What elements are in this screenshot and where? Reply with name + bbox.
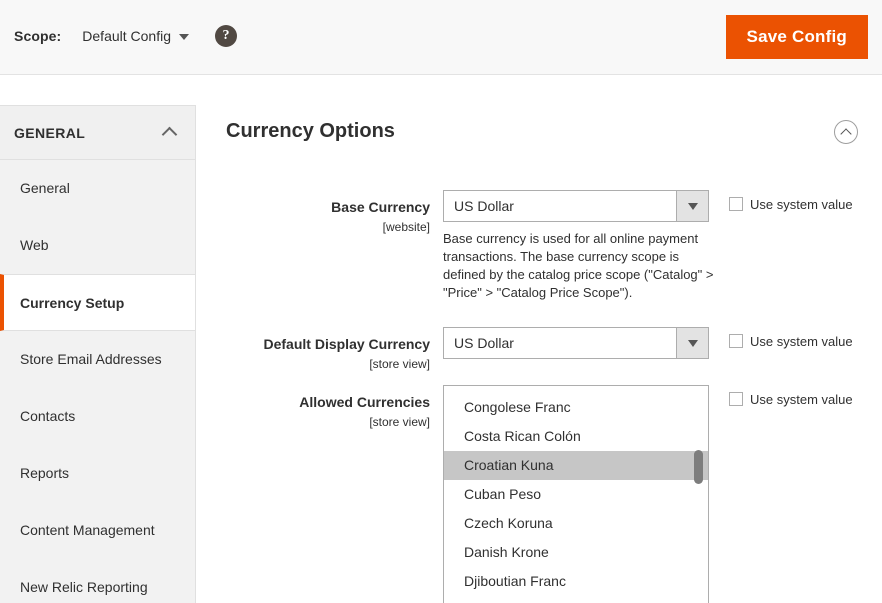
scope-label: Scope: xyxy=(14,28,62,44)
use-system-value-checkbox[interactable] xyxy=(729,392,743,406)
sidebar-item-label: Content Management xyxy=(20,522,155,538)
help-icon[interactable]: ? xyxy=(215,25,237,47)
sidebar-item-contacts[interactable]: Contacts xyxy=(0,388,195,445)
config-sidebar: GENERAL General Web Currency Setup Store… xyxy=(0,105,196,603)
list-item[interactable]: Croatian Kuna xyxy=(444,451,708,480)
scope-dropdown[interactable]: Default Config xyxy=(82,28,189,44)
chevron-down-icon[interactable] xyxy=(676,191,708,221)
list-item[interactable]: Congolese Franc xyxy=(444,393,708,422)
collapse-section-button[interactable] xyxy=(834,120,858,144)
use-system-value-label: Use system value xyxy=(750,334,853,349)
list-item[interactable]: Danish Krone xyxy=(444,538,708,567)
default-display-currency-select-value: US Dollar xyxy=(454,335,514,351)
sidebar-section-title: GENERAL xyxy=(14,124,86,141)
field-scope-note: [store view] xyxy=(369,415,430,429)
sidebar-item-store-email-addresses[interactable]: Store Email Addresses xyxy=(0,331,195,388)
chevron-down-icon[interactable] xyxy=(676,328,708,358)
sidebar-item-label: Store Email Addresses xyxy=(20,351,162,367)
field-scope-note: [store view] xyxy=(369,357,430,371)
sidebar-item-label: General xyxy=(20,180,70,196)
chevron-up-icon xyxy=(161,126,178,143)
save-config-button[interactable]: Save Config xyxy=(725,15,868,59)
sidebar-item-new-relic-reporting[interactable]: New Relic Reporting xyxy=(0,559,195,603)
sidebar-item-content-management[interactable]: Content Management xyxy=(0,502,195,559)
use-system-value-checkbox[interactable] xyxy=(729,197,743,211)
field-label-default-display-currency: Default Display Currency [store view] xyxy=(248,335,431,373)
sidebar-section-general[interactable]: GENERAL xyxy=(0,105,195,160)
field-label-base-currency: Base Currency [website] xyxy=(248,198,430,236)
base-currency-select-value: US Dollar xyxy=(454,198,514,214)
page-title: Currency Options xyxy=(226,120,395,142)
list-item[interactable]: Czech Koruna xyxy=(444,509,708,538)
sidebar-item-web[interactable]: Web xyxy=(0,217,195,274)
page-actions-bar: Scope: Default Config ? Save Config xyxy=(0,0,882,75)
allowed-currencies-listbox[interactable]: Comorian Franc Congolese Franc Costa Ric… xyxy=(443,385,709,603)
sidebar-item-label: Contacts xyxy=(20,408,76,424)
base-currency-select[interactable]: US Dollar xyxy=(443,190,709,222)
default-display-currency-select[interactable]: US Dollar xyxy=(443,327,709,359)
admin-config-page: Scope: Default Config ? Save Config GENE… xyxy=(0,0,882,603)
base-currency-use-system-value: Use system value xyxy=(729,195,869,215)
scope-dropdown-value: Default Config xyxy=(82,28,171,44)
sidebar-item-currency-setup[interactable]: Currency Setup xyxy=(0,274,195,331)
use-system-value-label: Use system value xyxy=(750,197,853,212)
default-display-currency-use-system-value: Use system value xyxy=(729,332,869,352)
sidebar-item-reports[interactable]: Reports xyxy=(0,445,195,502)
section-header: Currency Options xyxy=(196,75,882,144)
base-currency-note: Base currency is used for all online pay… xyxy=(443,231,714,300)
chevron-up-icon xyxy=(840,127,852,140)
scope-switcher: Scope: Default Config ? xyxy=(14,25,237,47)
sidebar-item-general[interactable]: General xyxy=(0,160,195,217)
listbox-scrollbar[interactable] xyxy=(694,388,706,603)
chevron-down-icon xyxy=(179,34,189,40)
field-scope-note: [website] xyxy=(382,220,430,234)
sidebar-item-label: Reports xyxy=(20,465,70,481)
allowed-currencies-options: Comorian Franc Congolese Franc Costa Ric… xyxy=(444,386,708,596)
sidebar-item-label: New Relic Reporting xyxy=(20,579,148,595)
sidebar-item-label: Currency Setup xyxy=(20,294,125,311)
use-system-value-label: Use system value xyxy=(750,392,853,407)
list-item[interactable]: Costa Rican Colón xyxy=(444,422,708,451)
allowed-currencies-use-system-value: Use system value xyxy=(729,390,869,410)
use-system-value-checkbox[interactable] xyxy=(729,334,743,348)
field-label-allowed-currencies: Allowed Currencies [store view] xyxy=(248,393,430,431)
sidebar-item-label: Web xyxy=(20,237,49,253)
list-item[interactable]: Cuban Peso xyxy=(444,480,708,509)
listbox-scrollbar-thumb[interactable] xyxy=(694,450,703,484)
list-item[interactable]: Djiboutian Franc xyxy=(444,567,708,596)
list-item[interactable]: Comorian Franc xyxy=(444,386,708,393)
